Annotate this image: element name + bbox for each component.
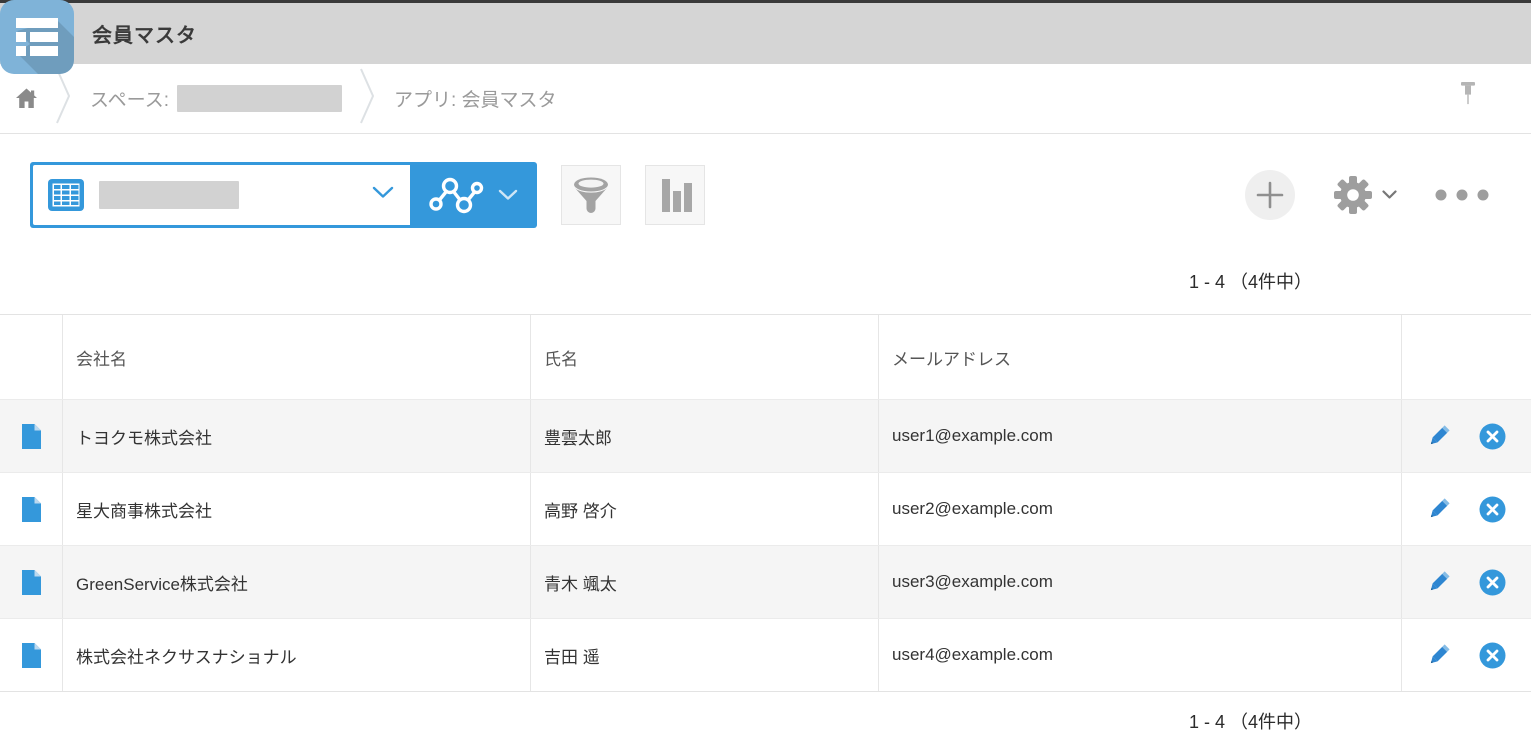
toolbar [0,162,1531,228]
ellipsis-icon [1435,189,1489,201]
cell-company: 星大商事株式会社 [62,473,530,545]
app-icon[interactable] [0,0,74,74]
add-record-button[interactable] [1245,170,1295,220]
pagination-bottom: 1 - 4 （4件中） [0,708,1531,734]
cell-name: 吉田 遥 [530,619,878,691]
document-icon[interactable] [21,423,42,450]
document-icon[interactable] [21,569,42,596]
chevron-down-icon [498,189,518,201]
more-options-button[interactable] [1435,189,1489,201]
table-row: トヨクモ株式会社 豊雲太郎 user1@example.com [0,399,1531,472]
cell-company: GreenService株式会社 [62,546,530,618]
cell-email: user1@example.com [878,400,1401,472]
filter-button[interactable] [561,165,621,225]
chevron-down-icon [1382,190,1397,200]
header-icon-column [0,315,62,399]
gear-icon [1333,175,1373,215]
space-name-redacted [177,85,342,112]
page-title: 会員マスタ [92,19,197,48]
view-selector [30,162,537,228]
graph-view-button[interactable] [410,165,534,225]
circle-x-icon[interactable] [1478,422,1507,451]
cell-email: user4@example.com [878,619,1401,691]
chart-button[interactable] [645,165,705,225]
pencil-icon[interactable] [1426,642,1452,668]
funnel-icon [569,175,613,215]
circle-x-icon[interactable] [1478,641,1507,670]
pin-icon[interactable] [1457,81,1479,117]
breadcrumb-space-link[interactable]: スペース: [90,85,169,112]
breadcrumb-app-link[interactable]: アプリ: 会員マスタ [394,85,557,112]
pagination-top: 1 - 4 （4件中） [0,268,1531,294]
view-name-redacted [99,181,239,209]
home-icon[interactable] [15,88,38,109]
cell-company: トヨクモ株式会社 [62,400,530,472]
cell-email: user3@example.com [878,546,1401,618]
circle-x-icon[interactable] [1478,495,1507,524]
cell-name: 豊雲太郎 [530,400,878,472]
table-row: 星大商事株式会社 高野 啓介 user2@example.com [0,472,1531,545]
breadcrumb-separator-icon [56,68,72,129]
pencil-icon[interactable] [1426,569,1452,595]
document-icon[interactable] [21,642,42,669]
toolbar-right [1245,170,1489,220]
header-email: メールアドレス [878,315,1401,399]
table-view-icon [47,178,85,212]
cell-name: 高野 啓介 [530,473,878,545]
pencil-icon[interactable] [1426,496,1452,522]
breadcrumb: スペース: アプリ: 会員マスタ [0,64,1531,134]
header-actions-column [1401,315,1531,399]
header-company: 会社名 [62,315,530,399]
settings-button[interactable] [1333,175,1397,215]
table-row: GreenService株式会社 青木 颯太 user3@example.com [0,545,1531,618]
circle-x-icon[interactable] [1478,568,1507,597]
table-header-row: 会社名 氏名 メールアドレス [0,315,1531,399]
app-header: 会員マスタ [0,0,1531,64]
record-table: 会社名 氏名 メールアドレス トヨクモ株式会社 豊雲太郎 user1@examp… [0,314,1531,692]
cell-name: 青木 颯太 [530,546,878,618]
cell-email: user2@example.com [878,473,1401,545]
cell-company: 株式会社ネクサスナショナル [62,619,530,691]
view-dropdown[interactable] [33,165,410,225]
breadcrumb-separator-icon [360,68,376,129]
document-icon[interactable] [21,496,42,523]
chevron-down-icon [372,186,394,204]
header-name: 氏名 [530,315,878,399]
table-row: 株式会社ネクサスナショナル 吉田 遥 user4@example.com [0,618,1531,691]
bar-chart-icon [655,174,695,216]
graph-icon [426,175,486,215]
pencil-icon[interactable] [1426,423,1452,449]
